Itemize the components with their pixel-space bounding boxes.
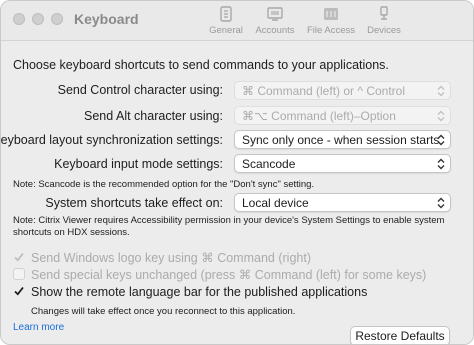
- tab-file-access-label: File Access: [306, 25, 356, 36]
- tab-file-access[interactable]: File Access: [304, 5, 358, 39]
- shortcuts-effect-label: System shortcuts take effect on:: [45, 196, 223, 210]
- tab-accounts[interactable]: Accounts: [252, 5, 298, 39]
- alt-character-label: Send Alt character using:: [84, 109, 223, 123]
- input-mode-label: Keyboard input mode settings:: [54, 157, 223, 171]
- input-mode-select[interactable]: Scancode: [234, 154, 451, 173]
- chevron-up-down-icon: [437, 197, 445, 209]
- input-mode-value: Scancode: [242, 157, 296, 171]
- scancode-note: Note: Scancode is the recommended option…: [13, 179, 315, 190]
- learn-more-link[interactable]: Learn more: [13, 322, 64, 333]
- chevron-up-down-icon: [437, 110, 445, 122]
- send-windows-logo-key-label: Send Windows logo key using ⌘ Command (r…: [31, 251, 311, 265]
- shortcuts-effect-select[interactable]: Local device: [234, 193, 451, 212]
- tab-accounts-label: Accounts: [255, 25, 295, 36]
- accessibility-note: Note: Citrix Viewer requires Accessibili…: [13, 215, 445, 238]
- changes-note: Changes will take effect once you reconn…: [31, 306, 296, 317]
- intro-text: Choose keyboard shortcuts to send comman…: [13, 58, 389, 72]
- layout-sync-label: Keyboard layout synchronization settings…: [0, 133, 223, 147]
- keyboard-pane: Choose keyboard shortcuts to send comman…: [0, 42, 473, 344]
- send-windows-logo-key-checkbox[interactable]: [13, 251, 25, 263]
- alt-character-select[interactable]: ⌘⌥ Command (left)–Option: [234, 106, 451, 125]
- chevron-up-down-icon: [437, 158, 445, 170]
- window-title: Keyboard: [74, 11, 139, 27]
- preferences-window: Keyboard General Accounts File Access De…: [0, 0, 474, 345]
- control-character-select[interactable]: ⌘ Command (left) or ^ Control: [234, 81, 451, 100]
- shortcuts-effect-value: Local device: [242, 196, 309, 210]
- layout-sync-value: Sync only once - when session starts: [242, 133, 440, 147]
- zoom-window-button[interactable]: [51, 13, 63, 25]
- send-special-keys-option[interactable]: Send special keys unchanged (press ⌘ Com…: [13, 267, 426, 282]
- chevron-up-down-icon: [437, 134, 445, 146]
- accounts-icon: [267, 7, 283, 21]
- tab-general[interactable]: General: [206, 5, 246, 39]
- send-windows-logo-key-option[interactable]: Send Windows logo key using ⌘ Command (r…: [13, 250, 311, 265]
- show-language-bar-checkbox[interactable]: [13, 285, 25, 297]
- empty-checkbox-icon: [13, 268, 25, 280]
- tab-general-label: General: [209, 25, 243, 36]
- titlebar: Keyboard General Accounts File Access De…: [1, 1, 473, 41]
- show-language-bar-label: Show the remote language bar for the pub…: [31, 285, 368, 299]
- layout-sync-select[interactable]: Sync only once - when session starts: [234, 130, 451, 149]
- close-window-button[interactable]: [13, 13, 25, 25]
- show-language-bar-option[interactable]: Show the remote language bar for the pub…: [13, 285, 367, 299]
- tab-devices-label: Devices: [367, 25, 401, 36]
- alt-character-value: ⌘⌥ Command (left)–Option: [242, 109, 396, 123]
- control-character-value: ⌘ Command (left) or ^ Control: [242, 84, 406, 98]
- chevron-up-down-icon: [437, 85, 445, 97]
- checkmark-icon: [14, 252, 24, 262]
- control-character-label: Send Control character using:: [57, 83, 223, 97]
- checkmark-icon: [14, 286, 24, 296]
- general-icon: [220, 6, 232, 22]
- send-special-keys-checkbox[interactable]: [13, 268, 25, 280]
- send-special-keys-label: Send special keys unchanged (press ⌘ Com…: [31, 268, 427, 282]
- minimize-window-button[interactable]: [32, 13, 44, 25]
- restore-defaults-button[interactable]: Restore Defaults: [350, 326, 450, 344]
- devices-icon: [380, 6, 388, 20]
- tab-devices[interactable]: Devices: [364, 5, 404, 39]
- file-access-icon: [324, 8, 338, 20]
